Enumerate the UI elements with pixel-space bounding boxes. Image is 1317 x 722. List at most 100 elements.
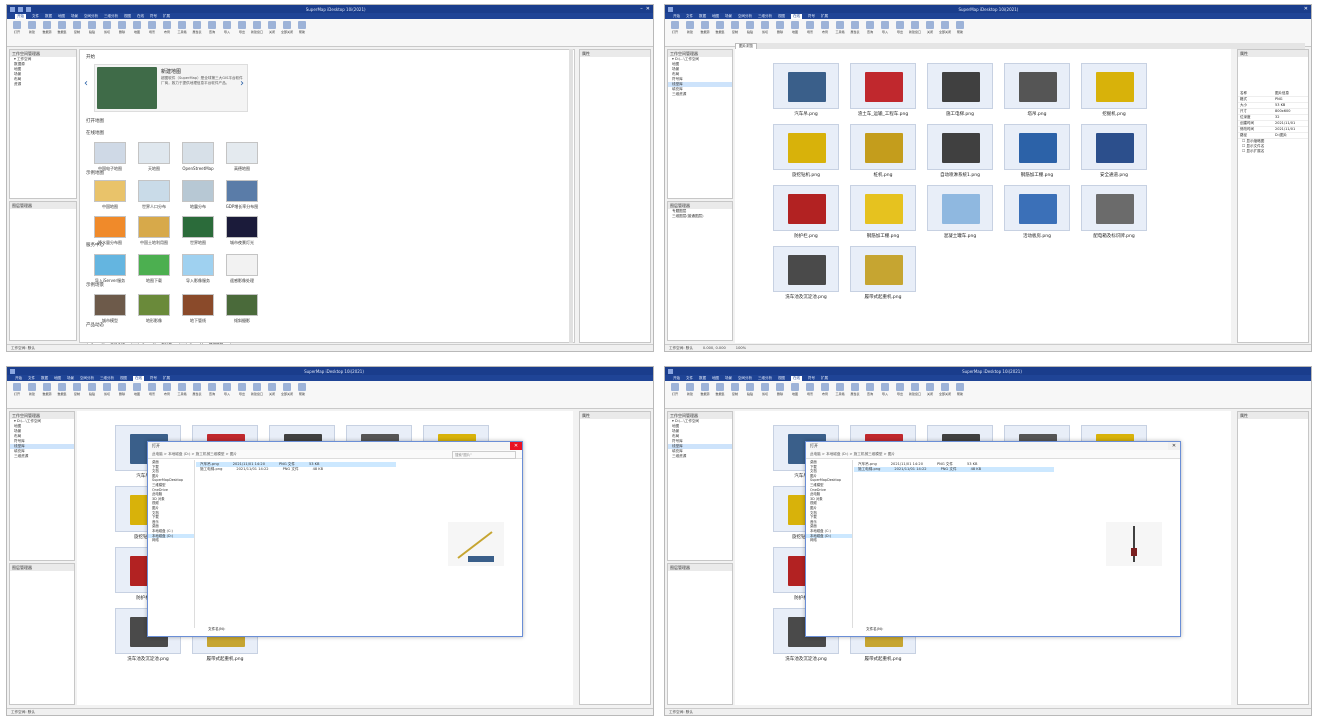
banner-prev-arrow[interactable]: ‹ — [84, 78, 88, 89]
image-tile[interactable] — [1081, 63, 1147, 109]
menu-tab[interactable]: 三维分析 — [758, 14, 772, 19]
ribbon-button[interactable]: 数据集 — [714, 383, 726, 406]
file-row[interactable]: 施工电梯.png 2021/11/01 14:22 PNG 文件 48 KB — [854, 467, 1054, 472]
menu-tab[interactable]: 视图 — [120, 376, 127, 381]
image-tile[interactable] — [927, 63, 993, 109]
menu-tab[interactable]: 扩展 — [821, 14, 828, 19]
menu-tab[interactable]: 数据 — [41, 376, 48, 381]
ribbon-button[interactable]: 导出 — [236, 21, 248, 44]
ribbon-button[interactable]: 新建 — [684, 383, 696, 406]
menu-tab[interactable]: 三维分析 — [100, 376, 114, 381]
menu-tab[interactable]: 三维分析 — [758, 376, 772, 381]
menu-tab[interactable]: 场景 — [67, 376, 74, 381]
close-icon[interactable]: ✕ — [1304, 6, 1308, 12]
tree-item[interactable]: 三维资源 — [668, 454, 732, 459]
dialog-close-button[interactable]: ✕ — [510, 442, 522, 450]
ribbon-button[interactable]: 帮助 — [954, 383, 966, 406]
ribbon-button[interactable]: 帮助 — [954, 21, 966, 44]
menu-tab[interactable]: 地图 — [712, 14, 719, 19]
ribbon-button[interactable]: 工具箱 — [176, 383, 188, 406]
tree-item[interactable]: 三维资源 — [10, 454, 74, 459]
ribbon-button[interactable]: 查询 — [864, 21, 876, 44]
menu-tab[interactable]: 符号 — [150, 14, 157, 19]
ribbon-button[interactable]: 关闭 — [924, 383, 936, 406]
save-icon[interactable] — [18, 6, 23, 12]
minimize-icon[interactable]: – — [640, 6, 643, 12]
ribbon-button[interactable]: 帮助 — [296, 383, 308, 406]
menu-tab[interactable]: 三维分析 — [104, 14, 118, 19]
undo-icon[interactable] — [26, 6, 31, 12]
ribbon-button[interactable]: 导出 — [894, 21, 906, 44]
menu-tab[interactable]: 开始 — [15, 13, 26, 19]
ribbon-button[interactable]: 剪切 — [759, 383, 771, 406]
ribbon-button[interactable]: 数据集 — [56, 383, 68, 406]
vertical-scrollbar[interactable] — [569, 49, 573, 343]
ribbon-button[interactable]: 全部关闭 — [939, 383, 951, 406]
menu-tab[interactable]: 开始 — [15, 376, 22, 381]
ribbon-button[interactable]: 属性表 — [191, 383, 203, 406]
menu-tab[interactable]: 空间分析 — [80, 376, 94, 381]
menu-tab[interactable]: 在线 — [791, 375, 802, 381]
map-thumbnail[interactable] — [226, 142, 258, 164]
menu-tab[interactable]: 文件 — [686, 376, 693, 381]
ribbon-button[interactable]: 导出 — [236, 383, 248, 406]
map-thumbnail[interactable] — [138, 254, 170, 276]
ribbon-button[interactable]: 数据源 — [41, 21, 53, 44]
ribbon-button[interactable]: 关闭 — [266, 21, 278, 44]
map-thumbnail[interactable] — [182, 294, 214, 316]
menu-tab[interactable]: 开始 — [673, 376, 680, 381]
image-tile[interactable] — [773, 63, 839, 109]
ribbon-button[interactable]: 工具箱 — [834, 21, 846, 44]
map-thumbnail[interactable] — [226, 180, 258, 202]
ribbon-button[interactable]: 场景 — [804, 21, 816, 44]
ribbon-button[interactable]: 导入 — [221, 21, 233, 44]
ribbon-button[interactable]: 删除 — [774, 383, 786, 406]
image-tile[interactable] — [850, 63, 916, 109]
map-thumbnail[interactable] — [138, 294, 170, 316]
ribbon-button[interactable]: 数据源 — [699, 21, 711, 44]
menu-tab[interactable]: 数据 — [699, 14, 706, 19]
menu-tab[interactable]: 视图 — [778, 14, 785, 19]
ribbon-button[interactable]: 打开 — [11, 21, 23, 44]
close-icon[interactable]: ✕ — [646, 6, 650, 12]
ribbon-button[interactable]: 新建窗口 — [251, 383, 263, 406]
menu-tab[interactable]: 数据 — [699, 376, 706, 381]
dialog-search[interactable]: 搜索"图片" — [452, 451, 516, 459]
ribbon-button[interactable]: 删除 — [116, 21, 128, 44]
menu-tab[interactable]: 场景 — [725, 376, 732, 381]
map-thumbnail[interactable] — [182, 142, 214, 164]
ribbon-button[interactable]: 打开 — [669, 383, 681, 406]
ribbon-button[interactable]: 地图 — [789, 21, 801, 44]
menu-tab[interactable]: 数据 — [45, 14, 52, 19]
ribbon-button[interactable]: 查询 — [206, 21, 218, 44]
map-thumbnail[interactable] — [226, 254, 258, 276]
ribbon-button[interactable]: 关闭 — [924, 21, 936, 44]
image-tile[interactable] — [927, 185, 993, 231]
menu-tab[interactable]: 在线 — [791, 13, 802, 19]
ribbon-button[interactable]: 工具箱 — [834, 383, 846, 406]
banner-next-arrow[interactable]: › — [240, 78, 244, 89]
ribbon-button[interactable]: 导入 — [879, 21, 891, 44]
ribbon-button[interactable]: 新建窗口 — [251, 21, 263, 44]
ribbon-button[interactable]: 复制 — [729, 383, 741, 406]
dialog-address-bar[interactable]: 此电脑 > 本地磁盘 (D:) > 施工机械三维模型 > 图片 — [806, 450, 1180, 459]
ribbon-button[interactable]: 属性表 — [849, 383, 861, 406]
ribbon-button[interactable]: 导出 — [894, 383, 906, 406]
menu-tab[interactable]: 视图 — [124, 14, 131, 19]
ribbon-button[interactable]: 布局 — [819, 383, 831, 406]
ribbon-button[interactable]: 关闭 — [266, 383, 278, 406]
ribbon-button[interactable]: 全部关闭 — [281, 21, 293, 44]
menu-tab[interactable]: 符号 — [808, 14, 815, 19]
ribbon-button[interactable]: 数据集 — [714, 21, 726, 44]
menu-tab[interactable]: 在线 — [137, 14, 144, 19]
menu-tab[interactable]: 符号 — [808, 376, 815, 381]
map-thumbnail[interactable] — [182, 254, 214, 276]
ribbon-button[interactable]: 粘贴 — [744, 21, 756, 44]
ribbon-button[interactable]: 布局 — [819, 21, 831, 44]
ribbon-button[interactable]: 粘贴 — [86, 383, 98, 406]
ribbon-button[interactable]: 剪切 — [759, 21, 771, 44]
layer-item[interactable]: 三维图层(普通图层) — [668, 214, 732, 219]
map-thumbnail[interactable] — [94, 254, 126, 276]
ribbon-button[interactable]: 剪切 — [101, 21, 113, 44]
menu-tab[interactable]: 文件 — [686, 14, 693, 19]
